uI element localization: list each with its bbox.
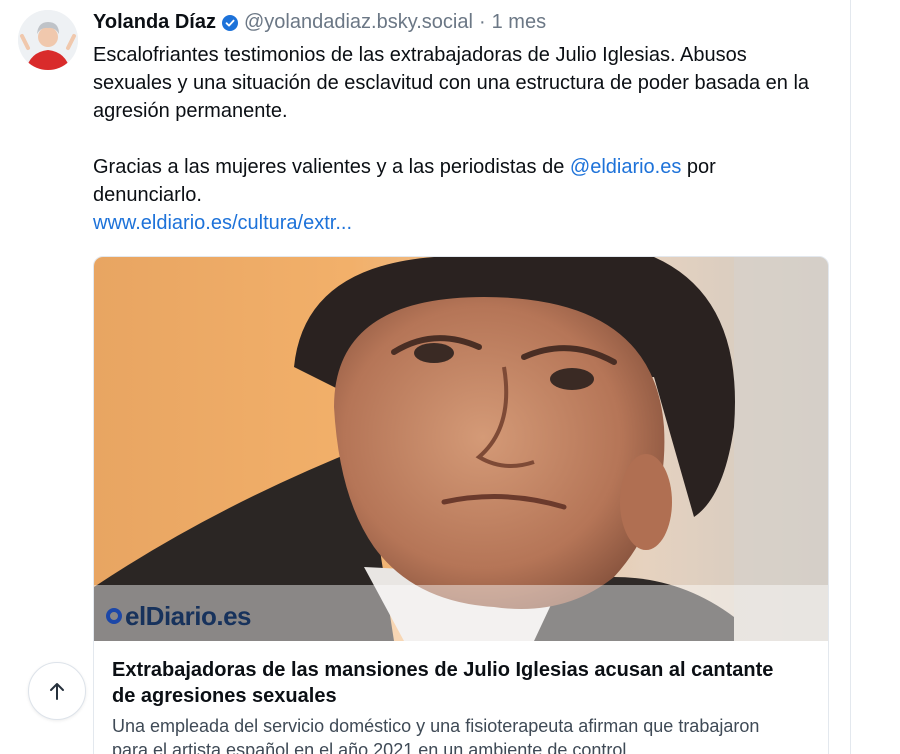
post-text-paragraph-1: Escalofriantes testimonios de las extrab… bbox=[93, 44, 810, 122]
link-preview-text: Extrabajadoras de las mansiones de Julio… bbox=[112, 657, 792, 754]
arrow-up-icon bbox=[50, 683, 64, 700]
verified-check-icon bbox=[222, 14, 238, 31]
post-text-paragraph-2: Gracias a las mujeres valientes y a las … bbox=[93, 153, 813, 209]
author-name[interactable]: Yolanda Díaz bbox=[93, 11, 216, 34]
link-preview-title[interactable]: Extrabajadoras de las mansiones de Julio… bbox=[112, 657, 792, 709]
feed-panel: Yolanda Díaz @yolandadiaz.bsky.social · … bbox=[0, 0, 851, 754]
post-timestamp[interactable]: 1 mes bbox=[492, 11, 546, 34]
source-logo-text: elDiario.es bbox=[125, 600, 252, 631]
link-preview-image bbox=[94, 257, 828, 641]
scroll-to-top-button[interactable] bbox=[28, 662, 86, 720]
external-link[interactable]: www.eldiario.es/cultura/extr... bbox=[93, 212, 352, 234]
source-logo: elDiario.es bbox=[106, 600, 252, 632]
post-body: Escalofriantes testimonios de las extrab… bbox=[93, 41, 813, 237]
author-handle[interactable]: @yolandadiaz.bsky.social bbox=[244, 11, 473, 34]
post-text-prefix: Gracias a las mujeres valientes y a las … bbox=[93, 156, 570, 178]
post-header: Yolanda Díaz @yolandadiaz.bsky.social · … bbox=[93, 10, 546, 34]
avatar[interactable] bbox=[18, 10, 78, 70]
avatar-image bbox=[18, 10, 78, 70]
mention-link[interactable]: @eldiario.es bbox=[570, 156, 681, 178]
link-preview-description: Una empleada del servicio doméstico y un… bbox=[112, 716, 760, 754]
link-preview-card[interactable]: elDiario.es Extrabajadoras de las mansio… bbox=[93, 256, 829, 754]
meta-separator: · bbox=[478, 10, 486, 33]
eldiario-logo-icon bbox=[106, 608, 122, 624]
